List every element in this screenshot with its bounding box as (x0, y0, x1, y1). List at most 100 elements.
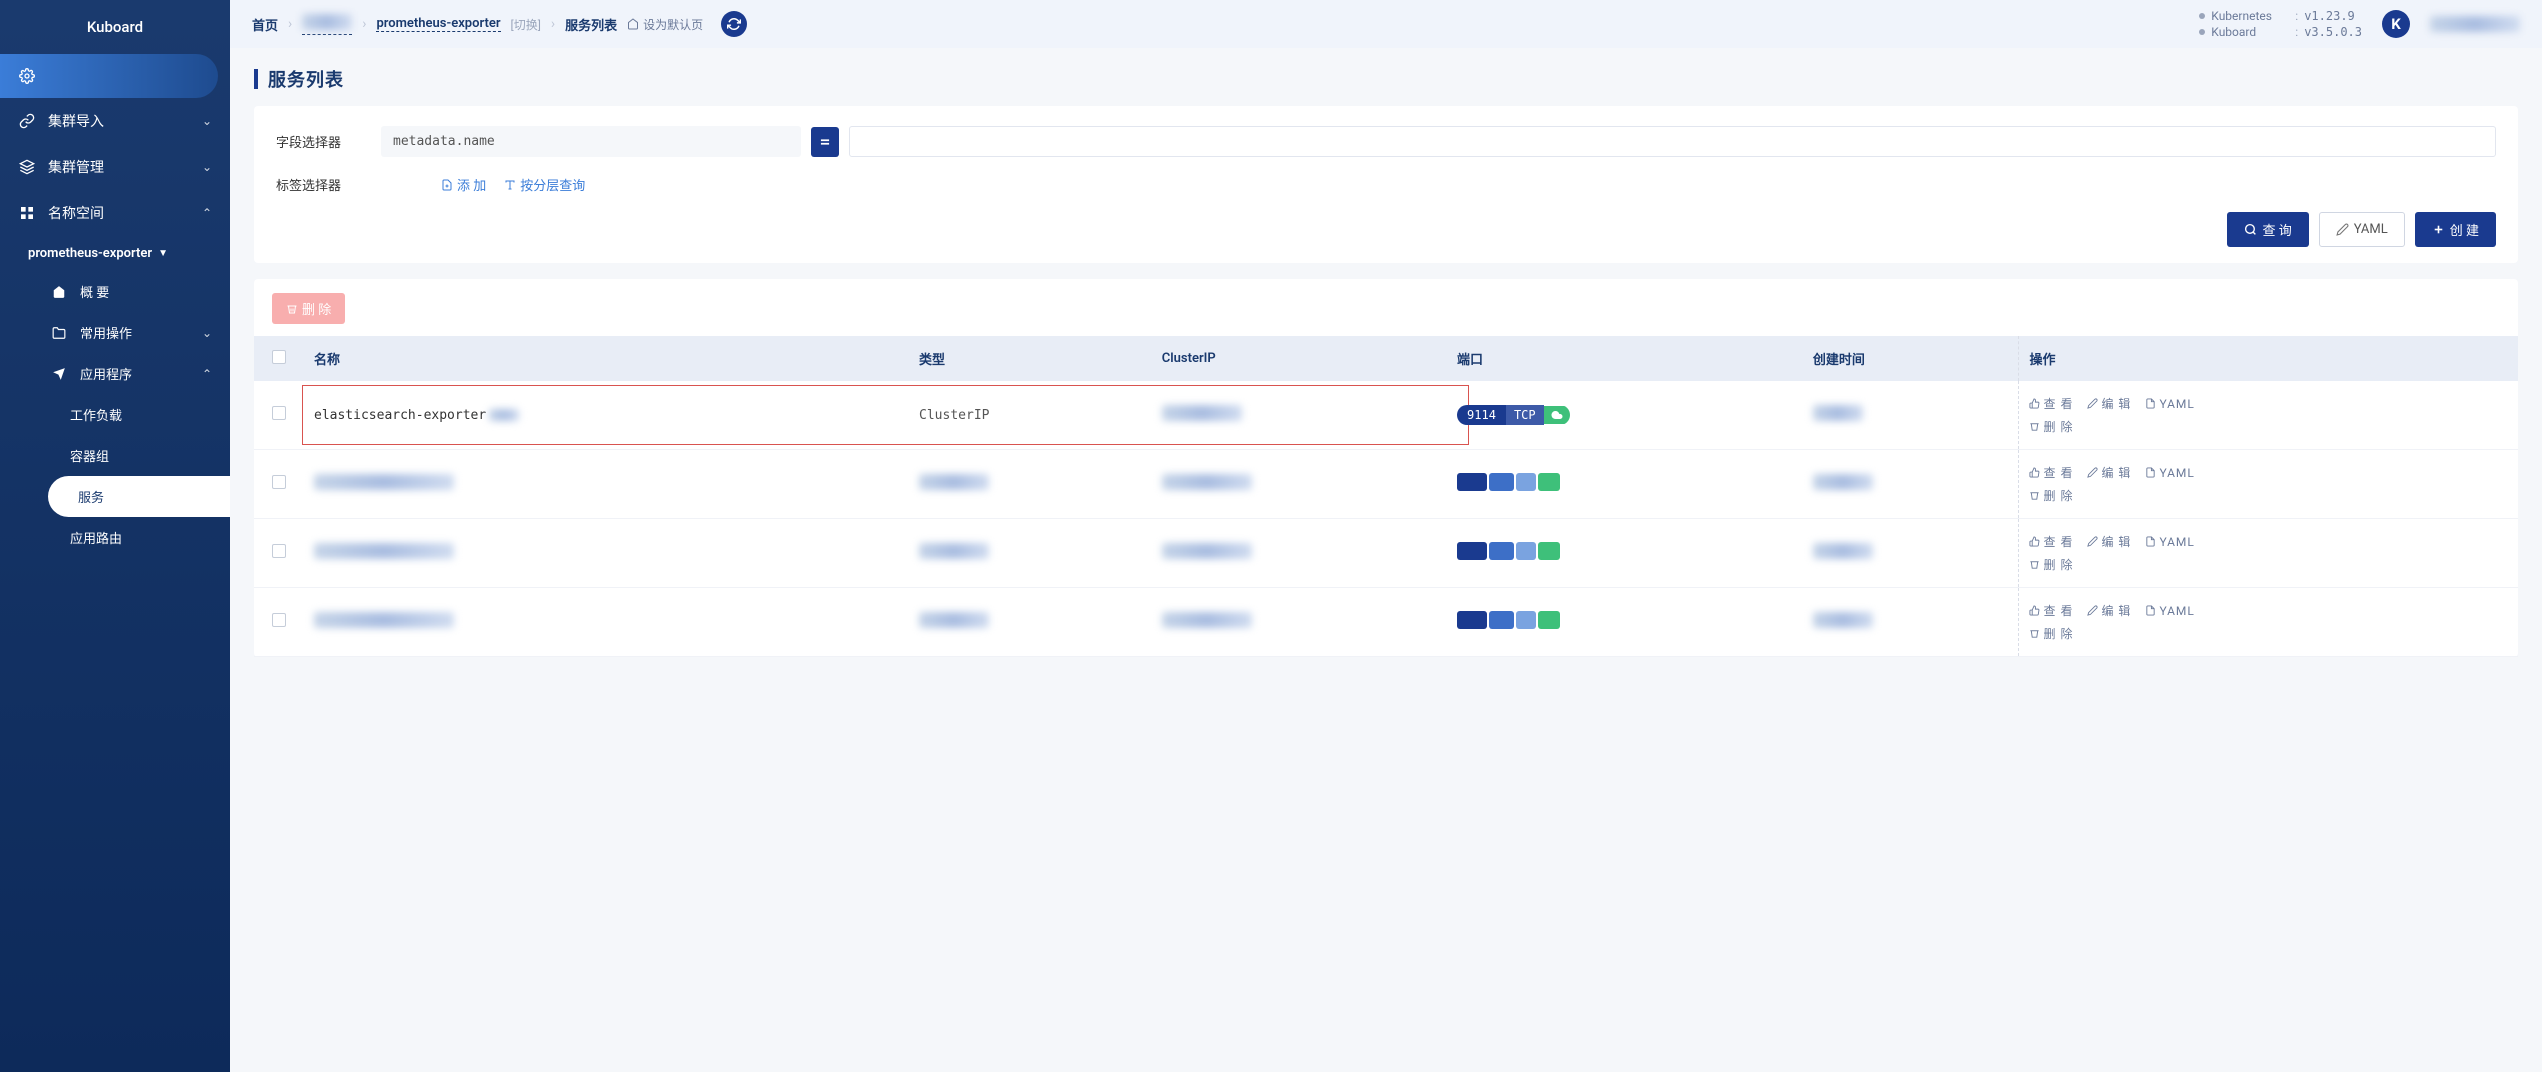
sidebar-item-label: 集群管理 (48, 157, 104, 177)
group-query-button[interactable]: 按分层查询 (504, 175, 585, 194)
delete-link[interactable]: 删 除 (2029, 487, 2073, 504)
grid-icon (18, 204, 36, 222)
view-link[interactable]: 查 看 (2029, 395, 2073, 412)
sidebar-item-label: 应用程序 (80, 364, 132, 383)
edit-link[interactable]: 编 辑 (2087, 395, 2131, 412)
triangle-down-icon: ▼ (158, 248, 168, 259)
user-avatar[interactable]: K (2382, 10, 2410, 38)
view-link[interactable]: 查 看 (2029, 533, 2073, 550)
breadcrumb: 首页 › › prometheus-exporter [切换] › 服务列表 设… (252, 11, 747, 37)
ops-cell: 查 看 编 辑 YAML 删 除 (2019, 519, 2518, 588)
query-button[interactable]: 查 询 (2227, 212, 2308, 247)
view-link[interactable]: 查 看 (2029, 464, 2073, 481)
row-checkbox[interactable] (272, 544, 286, 558)
trash-icon (2029, 490, 2040, 501)
yaml-button[interactable]: YAML (2319, 212, 2405, 247)
chevron-down-icon: ⌄ (202, 160, 212, 174)
set-default-page[interactable]: 设为默认页 (627, 16, 703, 33)
sidebar-item-common-ops[interactable]: 常用操作 ⌄ (20, 312, 230, 353)
app-logo[interactable]: Kuboard (0, 0, 230, 54)
row-checkbox[interactable] (272, 475, 286, 489)
sidebar-item-overview[interactable]: 概 要 (20, 271, 230, 312)
equals-button[interactable] (811, 127, 839, 157)
trash-icon (2029, 421, 2040, 432)
sidebar-item-cluster-import[interactable]: 集群导入 ⌄ (0, 98, 230, 144)
sidebar-item-workloads[interactable]: 工作负载 (40, 394, 230, 435)
trash-icon (2029, 559, 2040, 570)
row-checkbox[interactable] (272, 406, 286, 420)
edit-icon (2336, 223, 2349, 236)
ops-cell: 查 看 编 辑 YAML 删 除 (2019, 588, 2518, 657)
sidebar-item-selected[interactable] (0, 54, 218, 98)
link-icon (18, 112, 36, 130)
service-name[interactable]: elasticsearch-exporter (314, 408, 486, 423)
select-all-checkbox[interactable] (272, 350, 286, 364)
service-type: ClusterIP (919, 408, 989, 423)
thumbs-up-icon (2029, 605, 2040, 616)
delete-link[interactable]: 删 除 (2029, 556, 2073, 573)
table-row: 查 看 编 辑 YAML 删 除 (254, 588, 2518, 657)
edit-link[interactable]: 编 辑 (2087, 602, 2131, 619)
field-selector-input[interactable] (381, 126, 801, 157)
send-icon (50, 365, 68, 383)
yaml-link[interactable]: YAML (2145, 602, 2194, 619)
col-ops: 操作 (2019, 336, 2518, 381)
port-badge (1457, 542, 1560, 560)
refresh-button[interactable] (721, 11, 747, 37)
breadcrumb-home[interactable]: 首页 (252, 15, 278, 34)
namespace-selector[interactable]: prometheus-exporter ▼ (0, 236, 230, 271)
chevron-up-icon: ⌃ (202, 367, 212, 381)
chevron-right-icon: › (362, 16, 366, 32)
sidebar-item-namespace[interactable]: 名称空间 ⌃ (0, 190, 230, 236)
edit-link[interactable]: 编 辑 (2087, 464, 2131, 481)
layers-icon (18, 158, 36, 176)
user-name[interactable] (2430, 16, 2520, 32)
sidebar-item-label: 名称空间 (48, 203, 104, 223)
ops-cell: 查 看 编 辑 YAML 删 除 (2019, 381, 2518, 450)
port-badge (1457, 611, 1560, 629)
col-clusterip: ClusterIP (1152, 336, 1447, 381)
add-label-button[interactable]: 添 加 (441, 175, 486, 194)
edit-icon (2087, 467, 2098, 478)
edit-link[interactable]: 编 辑 (2087, 533, 2131, 550)
trash-icon (286, 303, 298, 315)
version-info: Kubernetes:v1.23.9 Kuboard:v3.5.0.3 (2199, 9, 2362, 39)
sidebar-item-label: 应用路由 (70, 528, 122, 547)
sidebar-item-pods[interactable]: 容器组 (40, 435, 230, 476)
sidebar-item-label: 工作负载 (70, 405, 122, 424)
breadcrumb-switch[interactable]: [切换] (511, 16, 541, 33)
view-link[interactable]: 查 看 (2029, 602, 2073, 619)
sidebar-item-applications[interactable]: 应用程序 ⌃ (20, 353, 230, 394)
title-accent-bar (254, 69, 258, 89)
table-row: 查 看 编 辑 YAML 删 除 (254, 450, 2518, 519)
file-icon (2145, 467, 2156, 478)
chevron-down-icon: ⌄ (202, 114, 212, 128)
field-value-input[interactable] (849, 126, 2496, 157)
table-row: elasticsearch-exporter ClusterIP 9114TCP… (254, 381, 2518, 450)
sidebar-item-ingress[interactable]: 应用路由 (40, 517, 230, 558)
bulk-delete-button[interactable]: 删 除 (272, 293, 345, 324)
create-button[interactable]: 创 建 (2415, 212, 2496, 247)
yaml-link[interactable]: YAML (2145, 395, 2194, 412)
chevron-right-icon: › (288, 16, 292, 32)
row-checkbox[interactable] (272, 613, 286, 627)
sidebar-item-cluster-manage[interactable]: 集群管理 ⌄ (0, 144, 230, 190)
port-badge: 9114TCP (1457, 405, 1570, 425)
refresh-icon (727, 17, 741, 31)
table-row: 查 看 编 辑 YAML 删 除 (254, 519, 2518, 588)
label-selector-label: 标签选择器 (276, 175, 371, 194)
col-port: 端口 (1447, 336, 1803, 381)
yaml-link[interactable]: YAML (2145, 533, 2194, 550)
delete-link[interactable]: 删 除 (2029, 625, 2073, 642)
sidebar-item-label: 概 要 (80, 282, 109, 301)
sidebar-item-services[interactable]: 服务 (48, 476, 230, 517)
gear-icon (18, 67, 36, 85)
delete-link[interactable]: 删 除 (2029, 418, 2073, 435)
page-title: 服务列表 (268, 66, 344, 92)
file-icon (2145, 398, 2156, 409)
services-table: 名称 类型 ClusterIP 端口 创建时间 操作 elasticsearch… (254, 336, 2518, 657)
cloud-icon (1551, 409, 1563, 421)
breadcrumb-namespace[interactable]: prometheus-exporter (376, 16, 500, 32)
breadcrumb-cluster[interactable] (302, 14, 352, 35)
yaml-link[interactable]: YAML (2145, 464, 2194, 481)
